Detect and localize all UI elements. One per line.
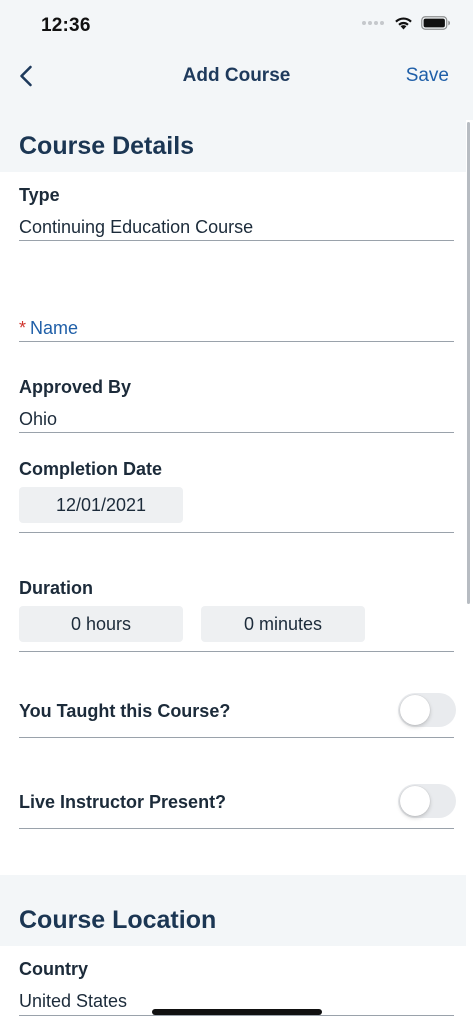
page-title: Add Course <box>182 65 291 86</box>
course-location-header: Course Location <box>0 875 466 946</box>
section-title-course-location: Course Location <box>19 906 217 934</box>
taught-course-toggle[interactable] <box>398 693 456 727</box>
approved-by-label: Approved By <box>19 377 132 397</box>
wifi-icon <box>395 17 412 30</box>
live-instructor-divider <box>19 828 454 829</box>
status-icons <box>362 16 451 30</box>
completion-date-label: Completion Date <box>19 459 163 479</box>
cellular-signal-icon <box>362 21 384 25</box>
duration-hours-picker[interactable]: 0 hours <box>19 606 183 642</box>
name-field[interactable]: * Name <box>19 318 78 339</box>
section-title-course-details: Course Details <box>19 132 195 160</box>
status-time: 12:36 <box>41 15 91 36</box>
duration-divider <box>19 651 454 652</box>
name-divider <box>19 341 454 342</box>
duration-label: Duration <box>19 578 93 598</box>
live-instructor-toggle[interactable] <box>398 784 456 818</box>
status-bar: 12:36 <box>0 0 473 52</box>
toggle-knob <box>400 786 430 816</box>
type-label: Type <box>19 185 60 205</box>
save-button[interactable]: Save <box>406 65 449 87</box>
approved-by-divider <box>19 432 454 433</box>
type-select[interactable]: Continuing Education Course <box>19 217 253 238</box>
duration-minutes-picker[interactable]: 0 minutes <box>201 606 365 642</box>
taught-course-divider <box>19 737 454 738</box>
type-divider <box>19 240 454 241</box>
approved-by-select[interactable]: Ohio <box>19 409 57 430</box>
home-indicator[interactable] <box>152 1009 322 1015</box>
completion-date-divider <box>19 532 454 533</box>
country-select[interactable]: United States <box>19 991 127 1012</box>
live-instructor-label: Live Instructor Present? <box>19 792 227 812</box>
navigation-bar: Add Course Save <box>0 52 473 120</box>
completion-date-picker[interactable]: 12/01/2021 <box>19 487 183 523</box>
scrollbar[interactable] <box>467 122 470 604</box>
taught-course-label: You Taught this Course? <box>19 701 231 721</box>
course-details-header: Course Details <box>0 120 466 172</box>
country-divider <box>19 1015 454 1016</box>
required-marker: * <box>19 318 27 338</box>
name-label: Name <box>30 318 79 338</box>
battery-icon <box>421 16 450 30</box>
country-label: Country <box>19 959 88 979</box>
toggle-knob <box>400 695 430 725</box>
